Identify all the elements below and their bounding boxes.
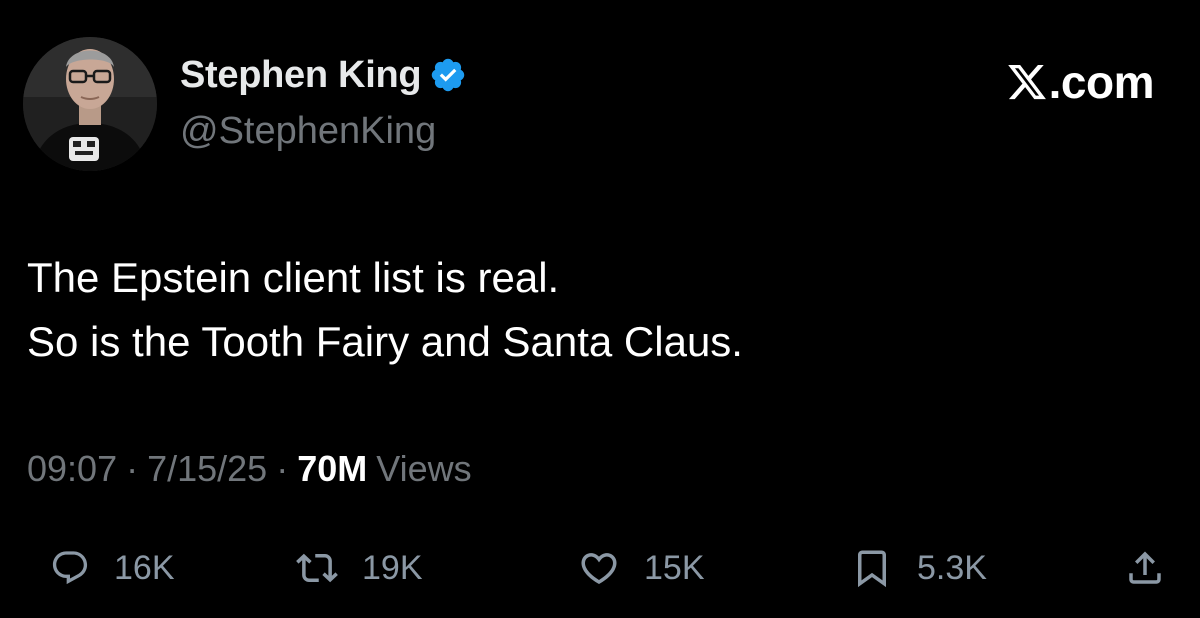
author-handle[interactable]: @StephenKing <box>180 110 436 153</box>
repost-icon <box>296 547 338 589</box>
views-count[interactable]: 70M <box>297 448 367 490</box>
meta-separator: · <box>126 448 139 489</box>
tweet-text: The Epstein client list is real. So is t… <box>27 246 743 374</box>
display-name[interactable]: Stephen King <box>180 54 422 97</box>
meta-separator: · <box>276 448 289 489</box>
brand-domain: .com <box>1048 56 1155 108</box>
brand-logo: .com <box>1006 56 1155 108</box>
tweet-date[interactable]: 7/15/25 <box>147 448 267 490</box>
tweet-text-line: The Epstein client list is real. <box>27 254 560 301</box>
reply-count: 16K <box>114 548 175 587</box>
bookmark-count: 5.3K <box>917 548 987 587</box>
verified-badge-icon <box>429 56 467 94</box>
reply-button[interactable]: 16K <box>50 538 175 598</box>
tweet-time[interactable]: 09:07 <box>27 448 117 490</box>
author-name-row[interactable]: Stephen King <box>180 52 467 98</box>
avatar-image <box>23 37 157 171</box>
avatar[interactable] <box>23 37 157 171</box>
bookmark-button[interactable]: 5.3K <box>851 538 987 598</box>
tweet-meta: 09:07 · 7/15/25 · 70M Views <box>27 448 472 490</box>
share-button[interactable] <box>1124 538 1166 598</box>
tweet-card: Stephen King @StephenKing .com The Epste… <box>0 0 1200 618</box>
share-icon <box>1124 547 1166 589</box>
heart-icon <box>578 547 620 589</box>
tweet-text-line: So is the Tooth Fairy and Santa Claus. <box>27 318 743 365</box>
repost-button[interactable]: 19K <box>296 538 423 598</box>
action-bar: 16K 19K 15K 5.3K <box>0 538 1200 598</box>
like-button[interactable]: 15K <box>578 538 705 598</box>
repost-count: 19K <box>362 548 423 587</box>
views-label: Views <box>376 448 472 489</box>
reply-icon <box>50 548 90 588</box>
bookmark-icon <box>851 547 893 589</box>
x-logo-icon <box>1006 61 1048 103</box>
like-count: 15K <box>644 548 705 587</box>
